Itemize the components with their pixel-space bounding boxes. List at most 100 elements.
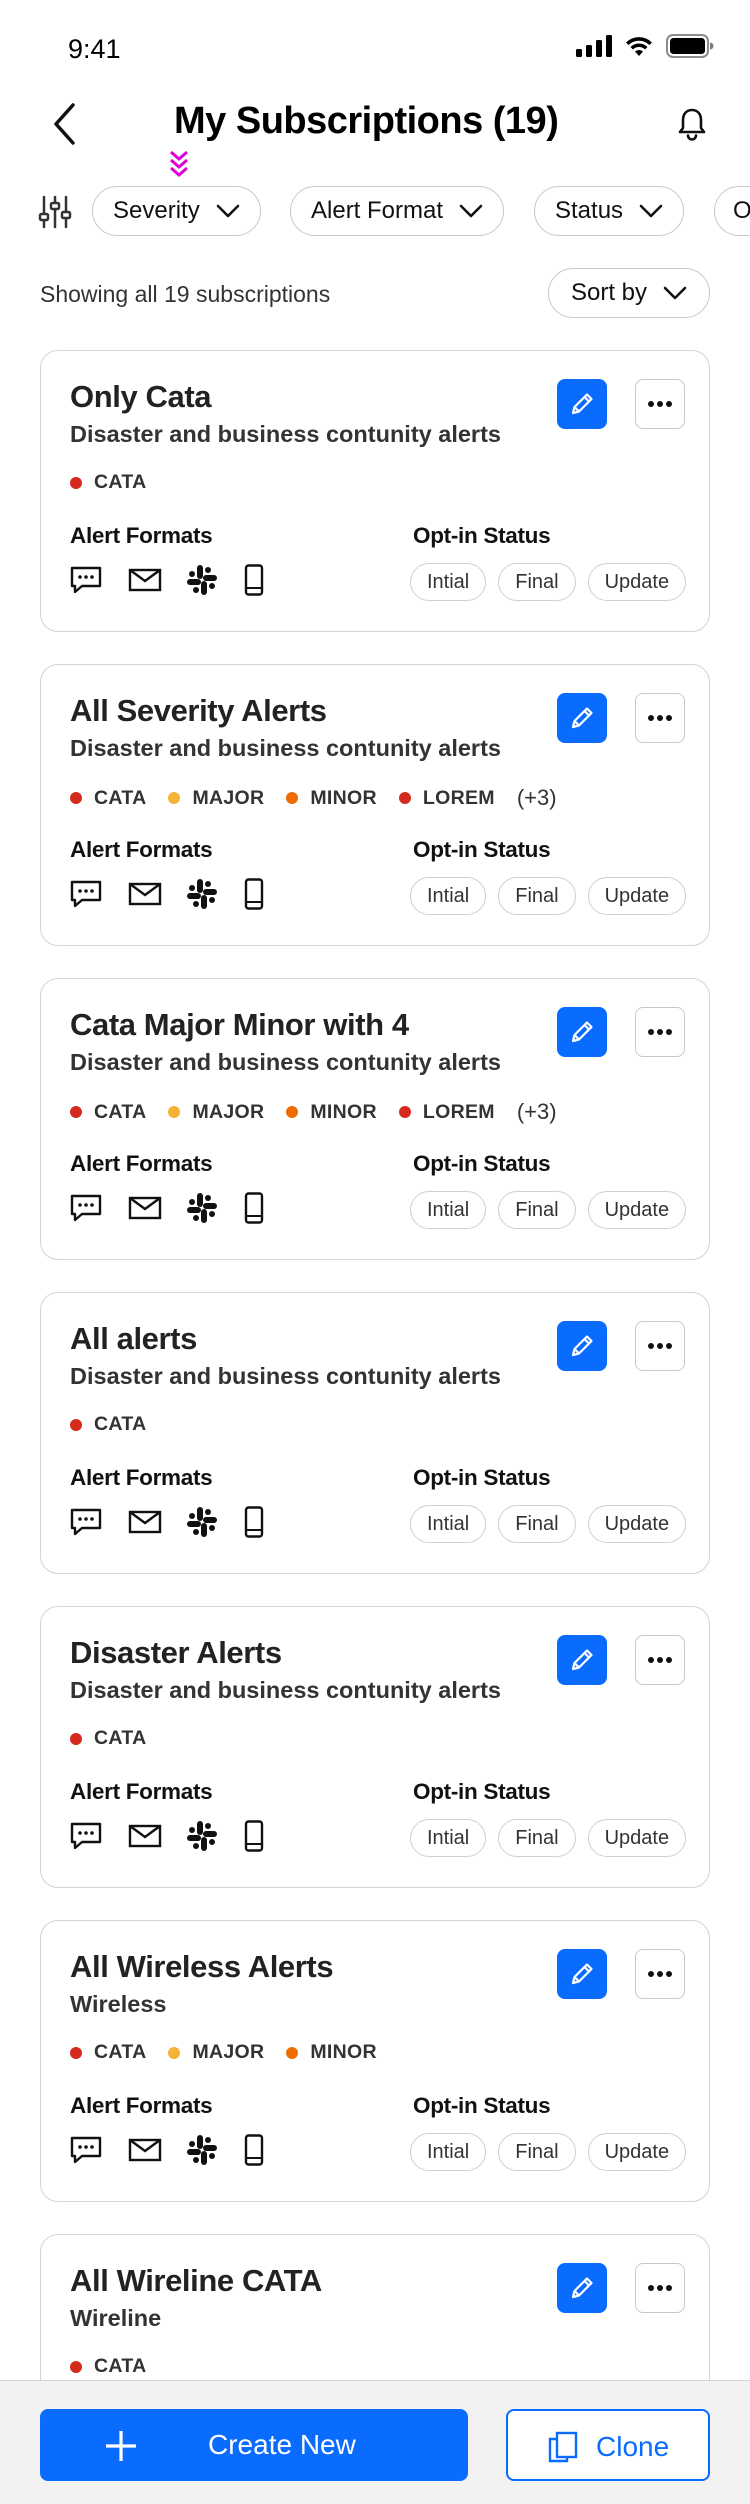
alert-formats-label: Alert Formats bbox=[70, 1465, 213, 1490]
pencil-icon bbox=[571, 1335, 593, 1357]
optin-status-pill: Intial bbox=[410, 1505, 487, 1543]
chevron-down-icon bbox=[639, 204, 663, 218]
optin-status-label: Opt-in Status bbox=[413, 523, 551, 548]
subscription-card[interactable]: All Wireless Alerts Wireless CATA MAJOR MI… bbox=[40, 1920, 710, 2202]
more-options-button[interactable] bbox=[635, 2263, 685, 2313]
severity-label: MAJOR bbox=[192, 1100, 265, 1123]
bottom-action-bar: Create New Clone bbox=[0, 2380, 750, 2504]
edit-button[interactable] bbox=[557, 2263, 607, 2313]
more-options-button[interactable] bbox=[635, 1635, 685, 1685]
severity-dot-icon bbox=[168, 792, 181, 804]
card-subtitle: Wireless bbox=[70, 1991, 167, 2017]
optin-status-pill: Update bbox=[587, 1505, 687, 1543]
optin-status-label: Opt-in Status bbox=[413, 837, 551, 862]
pencil-icon bbox=[571, 1649, 593, 1671]
severity-label: CATA bbox=[94, 1100, 147, 1123]
more-horizontal-icon bbox=[648, 1343, 672, 1349]
more-options-button[interactable] bbox=[635, 1321, 685, 1371]
filter-severity[interactable]: Severity bbox=[92, 186, 261, 236]
optin-status-pill: Intial bbox=[410, 1819, 487, 1857]
optin-status-pill: Intial bbox=[410, 877, 487, 915]
sort-button[interactable]: Sort by bbox=[547, 268, 710, 318]
subscription-card[interactable]: All Severity Alerts Disaster and busines… bbox=[40, 664, 710, 946]
filter-status[interactable]: Status bbox=[534, 186, 685, 236]
edit-button[interactable] bbox=[557, 1949, 607, 1999]
severity-dot-icon bbox=[398, 1106, 411, 1118]
optin-status-pill: Update bbox=[587, 2133, 687, 2171]
optin-status-pill: Intial bbox=[410, 2133, 487, 2171]
subscription-card[interactable]: All alerts Disaster and business contuni… bbox=[40, 1292, 710, 1574]
optin-status-pill: Intial bbox=[410, 1191, 487, 1229]
severity-label: CATA bbox=[94, 1727, 147, 1749]
subscription-card[interactable]: Disaster Alerts Disaster and business co… bbox=[40, 1606, 710, 1888]
alert-formats bbox=[70, 1505, 302, 1539]
more-horizontal-icon bbox=[648, 401, 672, 407]
severity-label: LOREM bbox=[422, 786, 495, 809]
card-title: All Wireline CATA bbox=[70, 2263, 322, 2298]
phone-icon bbox=[244, 1819, 302, 1853]
phone-icon bbox=[244, 1191, 302, 1225]
back-button[interactable] bbox=[44, 100, 84, 148]
severity-badge: MINOR bbox=[286, 787, 377, 810]
pencil-icon bbox=[571, 2277, 593, 2299]
filter-alert-format[interactable]: Alert Format bbox=[290, 186, 505, 236]
card-title: All alerts bbox=[70, 1321, 197, 1356]
severity-more-count: (+3) bbox=[516, 785, 557, 810]
alert-formats-label: Alert Formats bbox=[70, 1779, 213, 1804]
subscription-card[interactable]: Only Cata Disaster and business contunit… bbox=[40, 350, 710, 632]
alert-formats-label: Alert Formats bbox=[70, 837, 213, 862]
severity-dot-icon bbox=[70, 2046, 82, 2059]
filter-more[interactable]: O bbox=[714, 186, 750, 236]
alert-formats bbox=[70, 877, 302, 911]
mail-icon bbox=[128, 2133, 186, 2167]
mail-icon bbox=[128, 1819, 186, 1853]
optin-status-pill: Final bbox=[498, 1505, 576, 1543]
filter-severity-label: Severity bbox=[113, 197, 200, 224]
clone-button[interactable]: Clone bbox=[506, 2409, 710, 2481]
more-options-button[interactable] bbox=[635, 1007, 685, 1057]
severity-list: CATA bbox=[70, 471, 168, 494]
edit-button[interactable] bbox=[557, 1007, 607, 1057]
filter-settings-icon[interactable] bbox=[38, 194, 72, 230]
more-options-button[interactable] bbox=[635, 379, 685, 429]
severity-dot-icon bbox=[70, 2360, 82, 2373]
phone-icon bbox=[244, 2133, 302, 2167]
more-options-button[interactable] bbox=[635, 693, 685, 743]
severity-badge: LOREM bbox=[398, 1100, 495, 1124]
edit-button[interactable] bbox=[557, 693, 607, 743]
edit-button[interactable] bbox=[557, 1635, 607, 1685]
edit-button[interactable] bbox=[557, 1321, 607, 1371]
card-subtitle: Wireline bbox=[70, 2305, 162, 2331]
chat-icon bbox=[70, 1819, 128, 1853]
clone-icon bbox=[548, 2431, 578, 2463]
severity-badge: MAJOR bbox=[168, 1101, 264, 1124]
severity-badge: MINOR bbox=[286, 2041, 377, 2064]
alert-formats bbox=[70, 563, 302, 597]
severity-label: CATA bbox=[94, 786, 147, 809]
mail-icon bbox=[128, 877, 186, 911]
severity-dot-icon bbox=[286, 1106, 299, 1118]
severity-dot-icon bbox=[168, 2046, 181, 2059]
subscription-card[interactable]: Cata Major Minor with 4 Disaster and bus… bbox=[40, 978, 710, 1260]
more-horizontal-icon bbox=[648, 715, 672, 721]
optin-status-pill: Intial bbox=[410, 563, 487, 601]
optin-status-pill: Final bbox=[498, 563, 576, 601]
optin-status-list: Intial Final Update bbox=[410, 2133, 687, 2171]
signal-icon bbox=[576, 35, 612, 57]
notifications-button[interactable] bbox=[672, 102, 712, 146]
severity-label: LOREM bbox=[422, 1100, 495, 1123]
chevron-down-icon bbox=[459, 204, 483, 218]
severity-badge: CATA bbox=[70, 2041, 146, 2064]
severity-dot-icon bbox=[286, 2046, 299, 2059]
more-options-button[interactable] bbox=[635, 1949, 685, 1999]
more-horizontal-icon bbox=[648, 1029, 672, 1035]
create-new-button[interactable]: Create New bbox=[40, 2409, 468, 2481]
optin-status-pill: Update bbox=[587, 563, 687, 601]
chat-icon bbox=[70, 1505, 128, 1539]
phone-icon bbox=[244, 563, 302, 597]
severity-label: CATA bbox=[94, 2355, 147, 2377]
wifi-icon bbox=[626, 37, 652, 56]
edit-button[interactable] bbox=[557, 379, 607, 429]
alert-formats-label: Alert Formats bbox=[70, 2093, 213, 2118]
slack-icon bbox=[186, 563, 244, 597]
